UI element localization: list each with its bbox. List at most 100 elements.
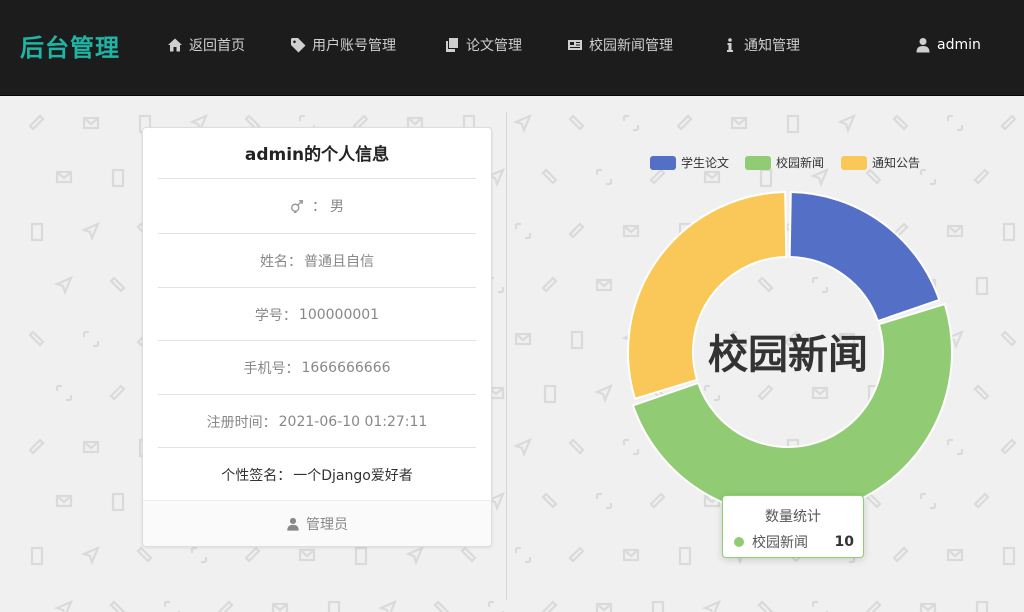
background-pattern-glyph bbox=[568, 114, 585, 131]
background-pattern-glyph bbox=[568, 438, 585, 455]
background-pattern-glyph bbox=[570, 330, 584, 350]
tooltip-marker bbox=[734, 537, 744, 547]
nav-user-label: admin bbox=[937, 37, 981, 53]
brand-title[interactable]: 后台管理 bbox=[20, 28, 120, 63]
nav-notices-label: 通知管理 bbox=[744, 38, 800, 54]
background-pattern-glyph bbox=[620, 329, 641, 350]
student-id-value: 100000001 bbox=[298, 306, 380, 323]
newspaper-icon bbox=[568, 40, 582, 50]
background-pattern-glyph bbox=[514, 332, 532, 346]
nav-home[interactable]: 返回首页 bbox=[167, 35, 245, 55]
profile-title: admin的个人信息 bbox=[244, 145, 390, 165]
background-pattern-glyph bbox=[55, 384, 73, 402]
background-pattern-glyph bbox=[649, 384, 666, 401]
background-pattern-glyph bbox=[649, 168, 666, 185]
background-pattern-glyph bbox=[892, 438, 909, 455]
registered-label: 注册时间： bbox=[206, 414, 277, 431]
name-label: 姓名： bbox=[260, 253, 302, 270]
signature-value: 一个Django爱好者 bbox=[293, 467, 413, 484]
background-pattern-glyph bbox=[728, 221, 749, 242]
nav-papers[interactable]: 论文管理 bbox=[444, 35, 522, 55]
background-pattern-glyph bbox=[730, 440, 748, 454]
background-pattern-glyph bbox=[217, 600, 234, 612]
background-pattern-glyph bbox=[28, 114, 45, 131]
legend-item-notices[interactable]: 通知公告 bbox=[841, 154, 920, 171]
background-pattern-glyph bbox=[541, 600, 558, 612]
tag-icon bbox=[291, 38, 306, 53]
background-pattern-glyph bbox=[917, 383, 938, 404]
background-pattern-glyph bbox=[512, 437, 533, 458]
background-pattern-glyph bbox=[703, 170, 721, 184]
background-pattern-glyph bbox=[543, 384, 557, 404]
background-pattern-glyph bbox=[867, 384, 881, 404]
nav-notices[interactable]: 通知管理 bbox=[722, 35, 800, 55]
info-icon bbox=[727, 38, 733, 52]
registered-value: 2021-06-10 01:27:11 bbox=[278, 413, 428, 430]
background-pattern-glyph bbox=[838, 222, 856, 240]
background-pattern-glyph bbox=[433, 600, 450, 612]
background-pattern-glyph bbox=[568, 546, 585, 563]
nav-user-accounts[interactable]: 用户账号管理 bbox=[290, 35, 396, 55]
profile-row-registered: 注册时间： 2021-06-10 01:27:11 bbox=[158, 394, 476, 448]
background-pattern-glyph bbox=[973, 492, 990, 509]
background-pattern-glyph bbox=[512, 113, 533, 134]
profile-row-name: 姓名： 普通且自信 bbox=[158, 233, 476, 287]
background-pattern-glyph bbox=[622, 438, 640, 456]
tooltip-value: 10 bbox=[834, 534, 854, 550]
background-pattern-glyph bbox=[919, 492, 937, 510]
background-pattern-glyph bbox=[568, 222, 585, 239]
background-pattern-glyph bbox=[595, 168, 613, 186]
background-pattern-glyph bbox=[595, 278, 613, 292]
background-pattern-glyph bbox=[82, 116, 100, 130]
background-pattern-glyph bbox=[784, 222, 801, 239]
background-pattern-glyph bbox=[651, 600, 665, 612]
background-pattern-glyph bbox=[109, 276, 126, 293]
background-pattern-glyph bbox=[946, 224, 964, 238]
copy-icon bbox=[446, 38, 458, 52]
background-pattern-glyph bbox=[622, 548, 640, 562]
background-pattern-glyph bbox=[676, 330, 693, 347]
background-pattern-glyph bbox=[404, 545, 425, 566]
legend-item-papers[interactable]: 学生论文 bbox=[650, 154, 729, 171]
phone-label: 手机号： bbox=[243, 360, 300, 377]
background-pattern-glyph bbox=[892, 222, 909, 239]
background-pattern-glyph bbox=[703, 494, 721, 508]
legend-swatch-papers bbox=[650, 155, 676, 170]
background-pattern-glyph bbox=[80, 221, 101, 242]
background-pattern-glyph bbox=[460, 546, 477, 563]
background-pattern-glyph bbox=[946, 548, 964, 562]
profile-row-student-id: 学号： 100000001 bbox=[158, 287, 476, 341]
background-pattern-glyph bbox=[678, 546, 692, 566]
background-pattern-glyph bbox=[514, 546, 532, 564]
nav-user-menu[interactable]: admin bbox=[915, 35, 981, 55]
background-pattern-glyph bbox=[701, 599, 722, 612]
background-pattern-glyph bbox=[892, 546, 909, 563]
nav-home-label: 返回首页 bbox=[189, 38, 245, 54]
background-pattern-glyph bbox=[784, 330, 801, 347]
background-pattern-glyph bbox=[676, 114, 693, 131]
chart-tooltip: 数量统计 校园新闻 10 bbox=[722, 495, 864, 558]
user-icon bbox=[287, 517, 299, 531]
content-divider bbox=[506, 112, 507, 600]
background-pattern-glyph bbox=[1000, 438, 1017, 455]
tooltip-series-name: 校园新闻 bbox=[752, 535, 808, 551]
background-pattern-glyph bbox=[55, 494, 73, 508]
background-pattern-glyph bbox=[973, 168, 990, 185]
background-pattern-glyph bbox=[111, 168, 125, 188]
nav-campus-news[interactable]: 校园新闻管理 bbox=[567, 35, 673, 55]
background-pattern-glyph bbox=[244, 546, 261, 563]
background-pattern-glyph bbox=[111, 492, 125, 512]
background-pattern-glyph bbox=[865, 600, 882, 612]
background-pattern-glyph bbox=[836, 113, 857, 134]
background-pattern-glyph bbox=[865, 492, 882, 509]
legend-label-news: 校园新闻 bbox=[776, 156, 825, 170]
legend-label-papers: 学生论文 bbox=[681, 156, 730, 170]
background-pattern-glyph bbox=[730, 116, 748, 130]
background-pattern-glyph bbox=[1000, 114, 1017, 131]
background-pattern-glyph bbox=[757, 600, 774, 612]
background-pattern-glyph bbox=[946, 114, 964, 132]
legend-item-news[interactable]: 校园新闻 bbox=[745, 154, 824, 171]
background-pattern-glyph bbox=[377, 599, 398, 612]
background-pattern-glyph bbox=[30, 546, 44, 566]
background-pattern-glyph bbox=[865, 276, 882, 293]
